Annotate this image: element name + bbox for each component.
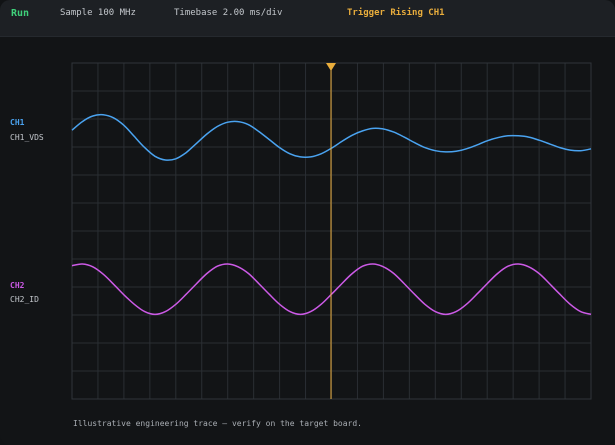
waveform-display: [71, 62, 592, 400]
scope-window: Run Sample 100 MHz Timebase 2.00 ms/div …: [0, 0, 615, 445]
footer-note: Illustrative engineering trace — verify …: [73, 419, 362, 428]
trigger-arrow-icon[interactable]: [326, 63, 336, 71]
